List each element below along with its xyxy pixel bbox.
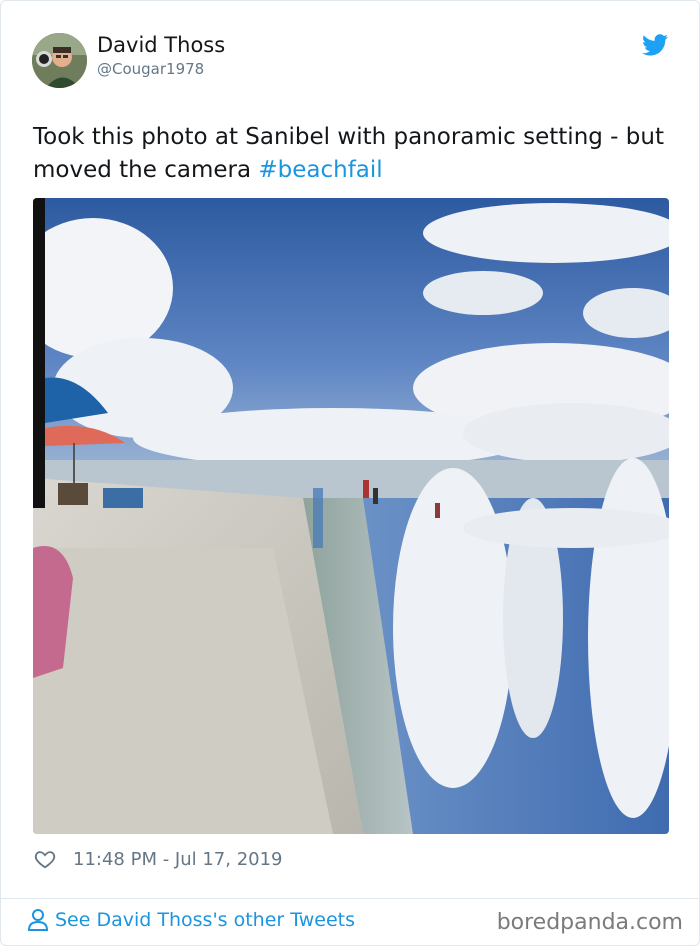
tweet-text: Took this photo at Sanibel with panorami… <box>33 121 673 187</box>
user-icon <box>27 909 49 931</box>
author-name[interactable]: David Thoss <box>97 33 225 57</box>
see-other-tweets-link[interactable]: See David Thoss's other Tweets <box>27 908 355 932</box>
see-other-tweets-label: See David Thoss's other Tweets <box>55 909 355 931</box>
tweet-photo[interactable] <box>33 198 669 834</box>
avatar-image <box>32 33 87 88</box>
hashtag-link[interactable]: #beachfail <box>258 157 382 183</box>
tweet-timestamp[interactable]: 11:48 PM - Jul 17, 2019 <box>73 849 283 870</box>
beach-panorama-image <box>33 198 669 834</box>
boredpanda-watermark: boredpanda.com <box>496 910 683 935</box>
tweet-meta: 11:48 PM - Jul 17, 2019 <box>34 846 283 872</box>
author-avatar[interactable] <box>32 33 87 88</box>
footer-divider <box>1 898 699 899</box>
author-handle[interactable]: @Cougar1978 <box>97 60 204 78</box>
twitter-bird-icon[interactable] <box>642 34 668 56</box>
heart-icon[interactable] <box>34 848 56 870</box>
tweet-card: David Thoss @Cougar1978 Took this photo … <box>0 0 700 946</box>
